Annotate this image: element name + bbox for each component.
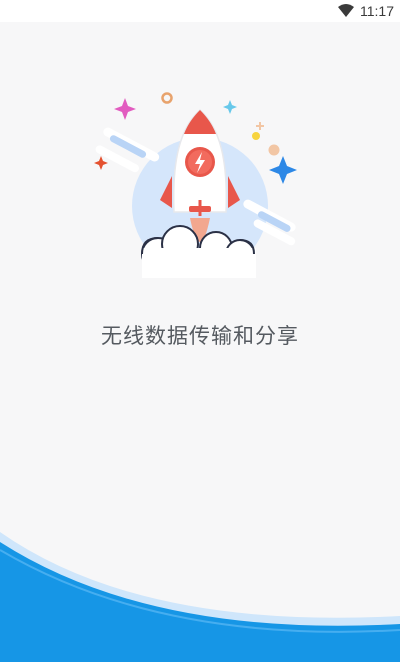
splash-tagline: 无线数据传输和分享 (101, 324, 299, 348)
status-time: 11:17 (360, 3, 394, 19)
status-icons: 11:17 (338, 2, 394, 20)
wifi-icon (338, 2, 354, 21)
bottom-action-label[interactable] (160, 648, 250, 662)
bottom-wave (0, 532, 400, 662)
rocket-icon (94, 92, 297, 278)
status-bar: 11:17 (0, 0, 400, 22)
rocket-illustration (88, 88, 314, 278)
